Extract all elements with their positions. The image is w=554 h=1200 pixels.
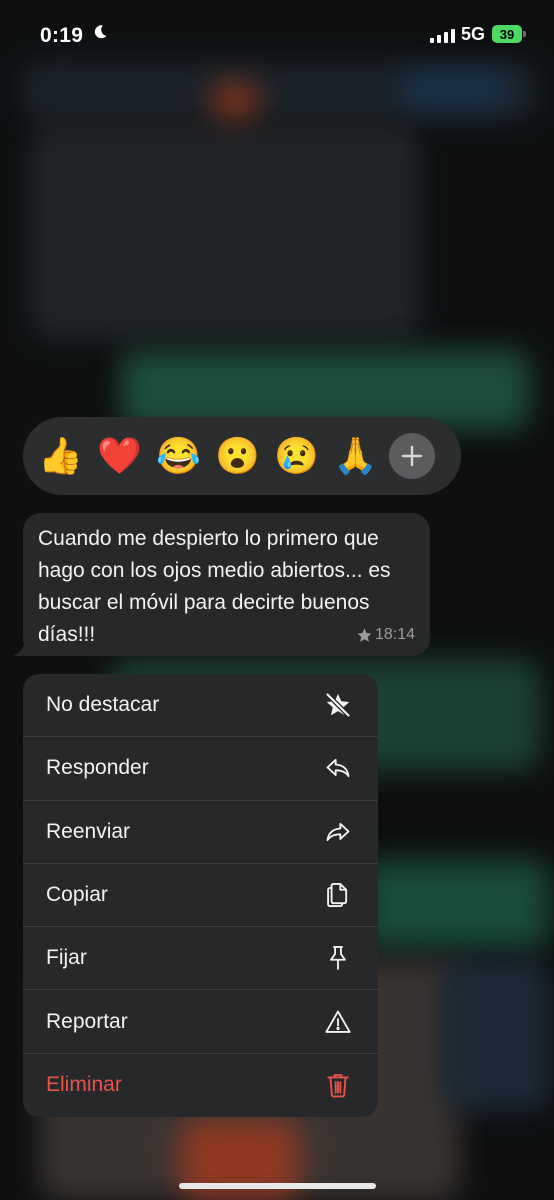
forward-icon: [324, 818, 352, 846]
message-bubble[interactable]: Cuando me despierto lo primero que hago …: [23, 513, 430, 656]
menu-item-pin[interactable]: Fijar: [23, 927, 378, 991]
menu-item-label: Responder: [46, 756, 149, 780]
menu-item-unstar[interactable]: No destacar: [23, 674, 378, 738]
plus-icon: [401, 445, 423, 467]
reaction-pray[interactable]: 🙏: [326, 417, 385, 495]
trash-icon: [324, 1071, 352, 1099]
reaction-heart[interactable]: ❤️: [90, 417, 149, 495]
star-icon: [357, 627, 372, 642]
status-time: 0:19: [40, 24, 84, 47]
menu-item-reply[interactable]: Responder: [23, 737, 378, 801]
reaction-laughing[interactable]: 😂: [149, 417, 208, 495]
home-indicator[interactable]: [179, 1183, 376, 1189]
message-context-menu: No destacar Responder Reenviar Copiar Fi…: [23, 674, 378, 1117]
battery-level: 39: [499, 26, 515, 42]
status-bar: 0:19 5G 39: [0, 0, 554, 70]
message-time: 18:14: [374, 626, 415, 643]
reaction-thumbs-up[interactable]: 👍: [31, 417, 90, 495]
menu-item-label: Fijar: [46, 946, 87, 970]
menu-item-delete[interactable]: Eliminar: [23, 1054, 378, 1117]
moon-icon: [92, 24, 108, 45]
pin-icon: [324, 944, 352, 972]
menu-item-copy[interactable]: Copiar: [23, 864, 378, 928]
menu-item-label: Copiar: [46, 883, 108, 907]
warning-icon: [324, 1008, 352, 1036]
battery-tip: [523, 31, 526, 37]
reply-icon: [324, 754, 352, 782]
reaction-surprised[interactable]: 😮: [208, 417, 267, 495]
message-meta: 18:14: [356, 626, 415, 644]
menu-item-label: Reenviar: [46, 819, 131, 843]
menu-item-label: No destacar: [46, 693, 160, 717]
copy-icon: [324, 881, 352, 909]
menu-item-forward[interactable]: Reenviar: [23, 801, 378, 864]
more-reactions-button[interactable]: [389, 433, 435, 479]
menu-item-label: Reportar: [46, 1009, 128, 1033]
reaction-crying[interactable]: 😢: [267, 417, 326, 495]
reaction-bar: 👍 ❤️ 😂 😮 😢 🙏: [23, 417, 461, 495]
cellular-signal-icon: [430, 29, 455, 43]
network-type: 5G: [461, 24, 486, 44]
menu-item-label: Eliminar: [46, 1073, 122, 1097]
menu-item-report[interactable]: Reportar: [23, 990, 378, 1054]
battery-indicator: 39: [492, 25, 522, 43]
unstar-icon: [324, 691, 352, 719]
